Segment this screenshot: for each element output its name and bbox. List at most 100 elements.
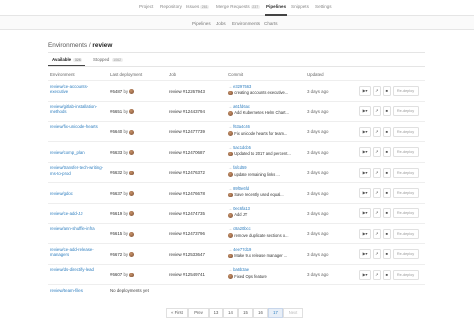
commit-sha[interactable]: 4ee77d19 (233, 247, 251, 252)
redeploy-button[interactable]: Re-deploy (392, 86, 419, 96)
redeploy-button[interactable]: Re-deploy (392, 208, 419, 219)
commit-message[interactable]: update remaining links ... (234, 172, 280, 177)
redeploy-button[interactable]: Re-deploy (392, 228, 419, 239)
external-link-button[interactable]: ↗ (372, 106, 381, 117)
avatar[interactable] (228, 212, 233, 218)
deployment-id[interactable]: #6607 (110, 272, 122, 277)
stop-button[interactable]: ■ (382, 228, 391, 239)
breadcrumb-environments[interactable]: Environments (48, 42, 87, 49)
environment-link[interactable]: review/transfer-tech-writing-ms-to-prod (50, 165, 106, 176)
stop-button[interactable]: ■ (382, 167, 391, 178)
external-link-button[interactable]: ↗ (372, 208, 381, 219)
play-button[interactable]: ▶▾ (359, 249, 371, 260)
redeploy-button[interactable]: Re-deploy (392, 249, 419, 260)
subnav-jobs[interactable]: Jobs (216, 21, 226, 26)
subnav-pipelines[interactable]: Pipelines (192, 21, 211, 26)
job-link[interactable]: review #12443794 (169, 109, 205, 114)
commit-message[interactable]: Fix unicode hearts for team... (234, 131, 287, 136)
environment-link[interactable]: review/ce-add-release-managers (50, 247, 106, 258)
external-link-button[interactable]: ↗ (372, 86, 381, 96)
commit-sha[interactable]: e3297563 (233, 84, 251, 89)
play-button[interactable]: ▶▾ (359, 188, 371, 198)
commit-sha[interactable]: ba6b3ae (233, 267, 249, 272)
environment-link[interactable]: review/ce-add-JJ (50, 211, 106, 217)
deployment-id[interactable]: #6632 (110, 170, 122, 175)
environment-link[interactable]: review/ds-directify-lead (50, 267, 106, 273)
commit-sha[interactable]: a61fd6ac (233, 104, 250, 109)
avatar[interactable] (228, 253, 233, 259)
redeploy-button[interactable]: Re-deploy (392, 269, 419, 280)
commit-message[interactable]: Updated to 2017 and percent... (234, 151, 290, 156)
page-first-button[interactable]: « First (166, 308, 188, 318)
job-link[interactable]: review #12549741 (169, 272, 205, 277)
job-link[interactable]: review #12474735 (169, 211, 205, 216)
stop-button[interactable]: ■ (382, 126, 391, 137)
nav-merge-requests[interactable]: Merge Requests 237 (216, 4, 260, 9)
nav-repository[interactable]: Repository (160, 4, 182, 9)
redeploy-button[interactable]: Re-deploy (392, 167, 419, 178)
external-link-button[interactable]: ↗ (372, 147, 381, 158)
nav-snippets[interactable]: Snippets (291, 4, 309, 9)
commit-message[interactable]: Fixed Ops feature (234, 274, 267, 279)
stop-button[interactable]: ■ (382, 86, 391, 96)
stop-button[interactable]: ■ (382, 269, 391, 280)
avatar[interactable] (129, 109, 134, 115)
avatar[interactable] (129, 231, 134, 237)
play-button[interactable]: ▶▾ (359, 106, 371, 117)
job-link[interactable]: review #12476372 (169, 170, 205, 175)
commit-message[interactable]: Make 9.x release manager ... (234, 253, 287, 258)
commit-sha[interactable]: 5ac1dcb5 (233, 145, 251, 150)
external-link-button[interactable]: ↗ (372, 228, 381, 239)
avatar[interactable] (228, 151, 233, 157)
job-link[interactable]: review #12477739 (169, 129, 205, 134)
external-link-button[interactable]: ↗ (372, 188, 381, 198)
avatar[interactable] (129, 252, 134, 257)
page-15-button[interactable]: 15 (238, 308, 253, 318)
nav-issues[interactable]: Issues 261 (186, 4, 210, 9)
avatar[interactable] (228, 274, 233, 279)
play-button[interactable]: ▶▾ (359, 86, 371, 96)
deployment-id[interactable]: #6637 (110, 191, 122, 196)
nav-settings[interactable]: Settings (315, 4, 332, 9)
deployment-id[interactable]: #6619 (110, 211, 122, 216)
deployment-id[interactable]: #6487 (110, 89, 122, 94)
redeploy-button[interactable]: Re-deploy (392, 188, 419, 198)
job-link[interactable]: review #12473796 (169, 231, 205, 236)
commit-sha[interactable]: c8a20bcc (233, 226, 251, 231)
avatar[interactable] (228, 233, 233, 239)
avatar[interactable] (129, 170, 134, 176)
play-button[interactable]: ▶▾ (359, 167, 371, 178)
page-prev-button[interactable]: Prev (188, 308, 209, 318)
environment-link[interactable]: review/ce-accounts-executive (50, 84, 106, 95)
avatar[interactable] (129, 129, 134, 135)
deployment-id[interactable]: #6640 (110, 129, 122, 134)
play-button[interactable]: ▶▾ (359, 126, 371, 137)
avatar[interactable] (228, 110, 233, 116)
external-link-button[interactable]: ↗ (372, 167, 381, 178)
avatar[interactable] (129, 89, 134, 94)
nav-project[interactable]: Project (139, 4, 153, 9)
deployment-id[interactable]: #6633 (110, 150, 122, 155)
subnav-charts[interactable]: Charts (264, 21, 278, 26)
avatar[interactable] (129, 191, 134, 196)
job-link[interactable]: review #12267943 (169, 89, 205, 94)
deployment-id[interactable]: #6651 (110, 109, 122, 114)
page-next-button[interactable]: Next (283, 308, 303, 318)
stop-button[interactable]: ■ (382, 208, 391, 219)
page-17-button[interactable]: 17 (268, 308, 283, 318)
environment-link[interactable]: review/gdoc (50, 191, 106, 197)
avatar[interactable] (228, 192, 233, 198)
commit-message[interactable]: Add Kubernetes Helm Chart... (234, 110, 289, 115)
stop-button[interactable]: ■ (382, 147, 391, 158)
job-link[interactable]: review #12476678 (169, 191, 205, 196)
avatar[interactable] (129, 211, 134, 217)
environment-link[interactable]: review/fix-unicode-hearts (50, 124, 106, 130)
tab-available[interactable]: Available 326 (52, 57, 83, 62)
commit-sha[interactable]: fafcd59 (233, 165, 246, 170)
stop-button[interactable]: ■ (382, 188, 391, 198)
environment-link[interactable]: review/team-files (50, 288, 83, 293)
nav-pipelines[interactable]: Pipelines (266, 4, 286, 9)
environment-link[interactable]: review/ann-shuffle-infra (50, 226, 106, 232)
play-button[interactable]: ▶▾ (359, 269, 371, 280)
deployment-id[interactable]: #6615 (110, 231, 122, 236)
